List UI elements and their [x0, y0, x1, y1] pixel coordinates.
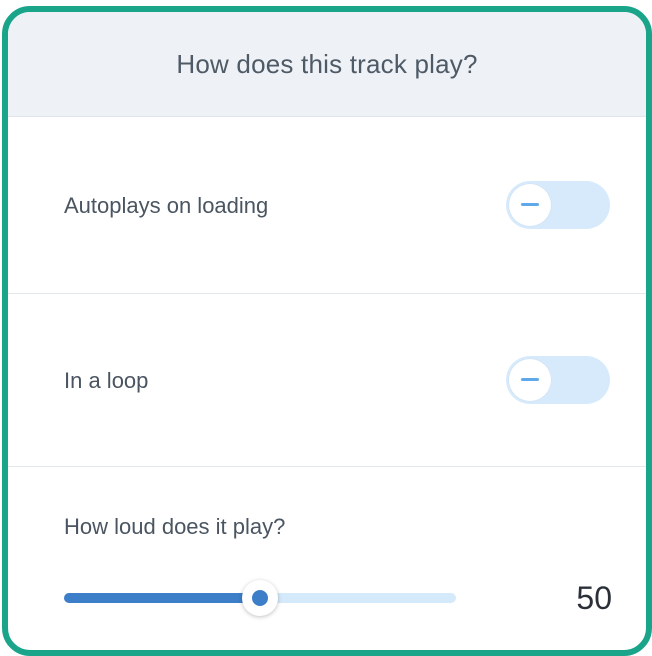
loop-label: In a loop — [64, 368, 149, 393]
toggle-knob — [508, 183, 552, 227]
slider-thumb-dot — [252, 590, 268, 606]
panel-title: How does this track play? — [176, 48, 478, 79]
toggle-knob — [508, 358, 552, 402]
volume-slider[interactable] — [64, 580, 456, 616]
minus-icon — [521, 378, 539, 381]
setting-row-autoplay: Autoplays on loading — [8, 117, 646, 294]
panel-header: How does this track play? — [8, 12, 646, 117]
setting-row-loop: In a loop — [8, 294, 646, 467]
volume-label: How loud does it play? — [64, 514, 286, 539]
autoplay-label: Autoplays on loading — [64, 193, 269, 218]
volume-value: 50 — [576, 580, 612, 616]
slider-fill — [64, 593, 260, 603]
minus-icon — [521, 203, 539, 206]
loop-toggle[interactable] — [506, 356, 610, 404]
slider-thumb[interactable] — [242, 580, 278, 616]
autoplay-toggle[interactable] — [506, 181, 610, 229]
settings-panel: How does this track play? Autoplays on l… — [2, 6, 652, 656]
